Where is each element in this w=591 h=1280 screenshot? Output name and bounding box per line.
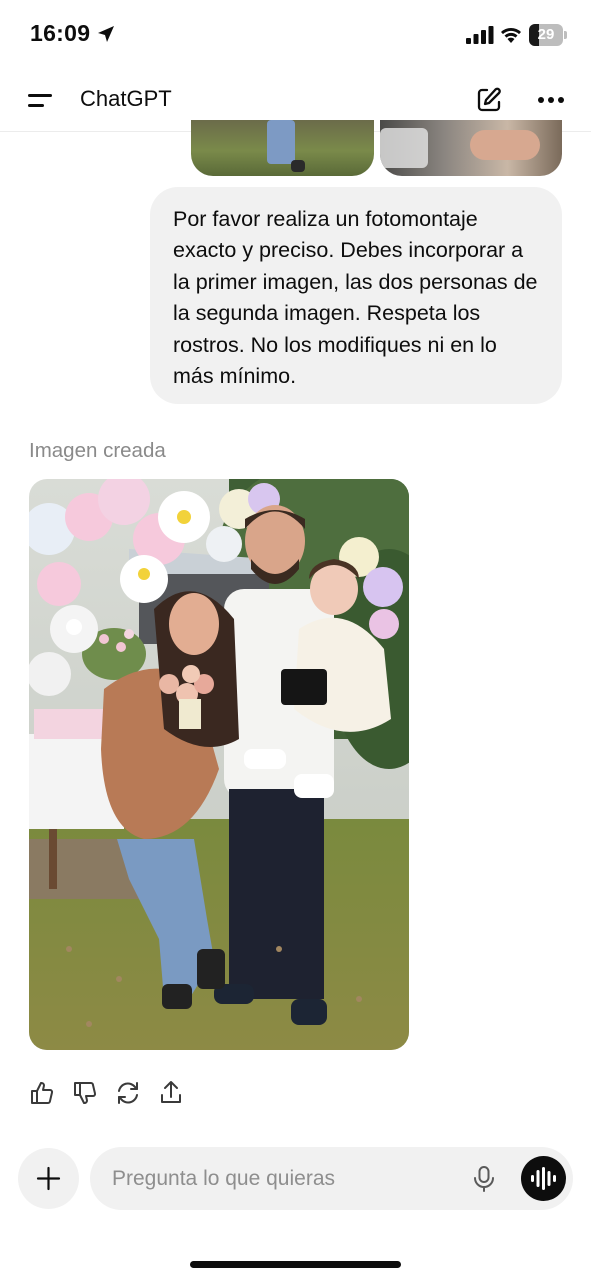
plus-icon: [36, 1166, 61, 1191]
more-icon[interactable]: [537, 96, 565, 104]
menu-icon[interactable]: [26, 90, 56, 112]
uploaded-image-thumbnail[interactable]: [380, 120, 562, 176]
battery-indicator: 29: [529, 24, 567, 46]
cellular-signal-icon: [466, 26, 494, 44]
app-title: ChatGPT: [80, 86, 172, 111]
status-time: 16:09: [30, 20, 91, 46]
uploaded-image-thumbnail[interactable]: [191, 120, 374, 176]
microphone-icon[interactable]: [471, 1165, 497, 1193]
image-created-label: Imagen creada: [29, 439, 166, 462]
share-icon[interactable]: [158, 1080, 184, 1106]
voice-waveform-icon: [531, 1167, 556, 1190]
message-composer: [90, 1147, 573, 1210]
voice-mode-button[interactable]: [521, 1156, 566, 1201]
regenerate-icon[interactable]: [115, 1080, 141, 1106]
message-input[interactable]: [112, 1147, 452, 1210]
attach-button[interactable]: [18, 1148, 79, 1209]
status-bar: 16:09 29: [0, 0, 591, 70]
battery-level: 29: [537, 26, 555, 43]
thumbs-up-icon[interactable]: [29, 1080, 55, 1106]
location-arrow-icon: [98, 26, 114, 42]
new-chat-icon[interactable]: [475, 86, 503, 114]
thumbs-down-icon[interactable]: [72, 1080, 98, 1106]
user-message-bubble: Por favor realiza un fotomontaje exacto …: [150, 187, 562, 404]
wifi-icon: [501, 28, 521, 43]
home-indicator: [190, 1261, 401, 1268]
generated-image[interactable]: [29, 479, 409, 1050]
